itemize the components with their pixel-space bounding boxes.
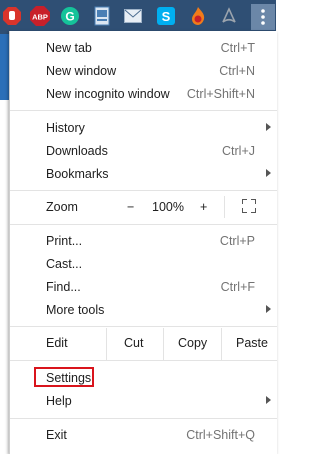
zoom-label: Zoom bbox=[46, 200, 78, 214]
skype-icon[interactable]: S bbox=[156, 6, 176, 26]
shortcut-label: Ctrl+P bbox=[219, 234, 255, 248]
cut-button[interactable]: Cut bbox=[124, 336, 143, 350]
page-edge-accent bbox=[0, 34, 9, 100]
menu-item-new-incognito-window[interactable]: New incognito window Ctrl+Shift+N bbox=[10, 83, 277, 105]
zoom-in-button[interactable]: + bbox=[200, 200, 207, 214]
edit-label: Edit bbox=[46, 336, 68, 350]
menu-divider bbox=[10, 326, 277, 327]
abp-icon[interactable]: ABP bbox=[30, 6, 50, 26]
menu-item-exit[interactable]: Exit Ctrl+Shift+Q bbox=[10, 424, 277, 446]
browser-toolbar: ABP G S bbox=[0, 0, 276, 34]
menu-item-find[interactable]: Find... Ctrl+F bbox=[10, 276, 277, 298]
pdf-extension-icon[interactable] bbox=[219, 6, 239, 26]
zoom-out-button[interactable]: − bbox=[127, 200, 134, 214]
zoom-divider bbox=[224, 196, 225, 218]
chrome-main-menu: New tab Ctrl+T New window Ctrl+N New inc… bbox=[9, 31, 277, 454]
menu-divider bbox=[10, 190, 277, 191]
svg-text:S: S bbox=[162, 9, 171, 24]
menu-item-label: More tools bbox=[46, 303, 105, 317]
shortcut-label: Ctrl+N bbox=[219, 64, 255, 78]
menu-item-print[interactable]: Print... Ctrl+P bbox=[10, 230, 277, 252]
shortcut-label: Ctrl+Shift+N bbox=[186, 87, 255, 101]
menu-item-label: Find... bbox=[46, 280, 81, 294]
menu-item-label: Downloads bbox=[46, 144, 108, 158]
menu-item-label: New tab bbox=[46, 41, 92, 55]
shortcut-label: Ctrl+T bbox=[220, 41, 255, 55]
mail-icon[interactable] bbox=[123, 6, 143, 26]
document-extension-icon[interactable] bbox=[92, 6, 112, 26]
copy-button[interactable]: Copy bbox=[178, 336, 207, 350]
shortcut-label: Ctrl+Shift+Q bbox=[186, 428, 255, 442]
submenu-arrow-icon bbox=[266, 169, 271, 177]
menu-item-label: Bookmarks bbox=[46, 167, 109, 181]
fullscreen-icon[interactable] bbox=[242, 199, 256, 213]
menu-item-label: Exit bbox=[46, 428, 67, 442]
three-dots-vertical-icon[interactable] bbox=[251, 4, 275, 30]
menu-item-new-tab[interactable]: New tab Ctrl+T bbox=[10, 37, 277, 59]
zoom-level: 100% bbox=[152, 200, 184, 214]
menu-divider bbox=[10, 224, 277, 225]
adblock-stop-icon[interactable] bbox=[2, 6, 22, 26]
menu-item-more-tools[interactable]: More tools bbox=[10, 299, 277, 321]
grammarly-icon[interactable]: G bbox=[60, 6, 80, 26]
menu-divider bbox=[10, 418, 277, 419]
menu-item-cast[interactable]: Cast... bbox=[10, 253, 277, 275]
menu-item-new-window[interactable]: New window Ctrl+N bbox=[10, 60, 277, 82]
edit-divider bbox=[106, 328, 107, 360]
settings-highlight-box bbox=[34, 367, 94, 387]
menu-item-label: Help bbox=[46, 394, 72, 408]
shortcut-label: Ctrl+J bbox=[222, 144, 255, 158]
menu-item-label: History bbox=[46, 121, 85, 135]
menu-item-label: Cast... bbox=[46, 257, 83, 271]
fire-extension-icon[interactable] bbox=[188, 6, 208, 26]
menu-item-history[interactable]: History bbox=[10, 117, 277, 139]
paste-button[interactable]: Paste bbox=[236, 336, 268, 350]
svg-text:G: G bbox=[65, 10, 74, 24]
edit-divider bbox=[221, 328, 222, 360]
edit-divider bbox=[163, 328, 164, 360]
shortcut-label: Ctrl+F bbox=[220, 280, 255, 294]
menu-item-help[interactable]: Help bbox=[10, 390, 277, 412]
edit-row: Edit Cut Copy Paste bbox=[10, 328, 277, 360]
menu-item-bookmarks[interactable]: Bookmarks bbox=[10, 163, 277, 185]
submenu-arrow-icon bbox=[266, 305, 271, 313]
svg-text:ABP: ABP bbox=[32, 13, 48, 22]
submenu-arrow-icon bbox=[266, 123, 271, 131]
menu-divider bbox=[10, 110, 277, 111]
menu-divider bbox=[10, 360, 277, 361]
zoom-row: Zoom − 100% + bbox=[10, 194, 277, 220]
menu-item-label: New window bbox=[46, 64, 117, 78]
submenu-arrow-icon bbox=[266, 396, 271, 404]
menu-item-label: Print... bbox=[46, 234, 83, 248]
menu-item-downloads[interactable]: Downloads Ctrl+J bbox=[10, 140, 277, 162]
menu-item-label: New incognito window bbox=[46, 87, 170, 101]
